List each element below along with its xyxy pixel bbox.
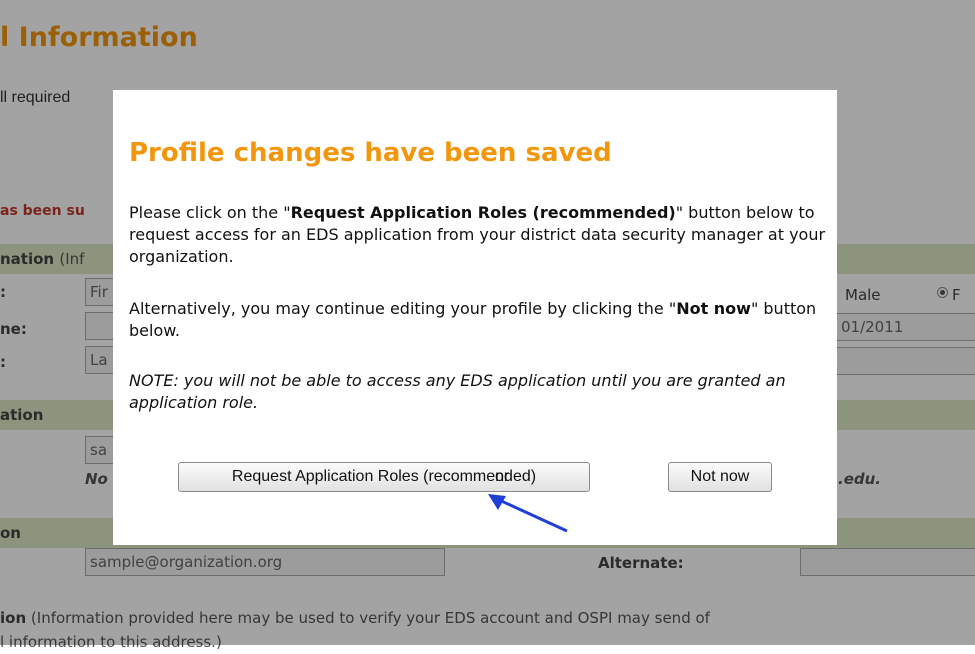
dialog-paragraph-alternative: Alternatively, you may continue editing … <box>129 298 829 342</box>
dialog-note-text: NOTE: you will not be able to access any… <box>129 371 786 412</box>
dialog-p1-bold: Request Application Roles (recommended) <box>290 203 676 222</box>
dialog-paragraph-request: Please click on the "Request Application… <box>129 202 829 268</box>
request-application-roles-button[interactable]: Request Application Roles (recommended) <box>178 462 590 492</box>
not-now-button[interactable]: Not now <box>668 462 772 492</box>
profile-saved-dialog: Profile changes have been saved Please c… <box>113 90 837 545</box>
dialog-p1-pre: Please click on the " <box>129 203 291 222</box>
or-text: or <box>495 468 510 485</box>
dialog-title: Profile changes have been saved <box>129 138 612 168</box>
dialog-p2-bold: Not now <box>676 299 751 318</box>
dialog-note: NOTE: you will not be able to access any… <box>129 370 829 414</box>
dialog-p2-pre: Alternatively, you may continue editing … <box>129 299 677 318</box>
